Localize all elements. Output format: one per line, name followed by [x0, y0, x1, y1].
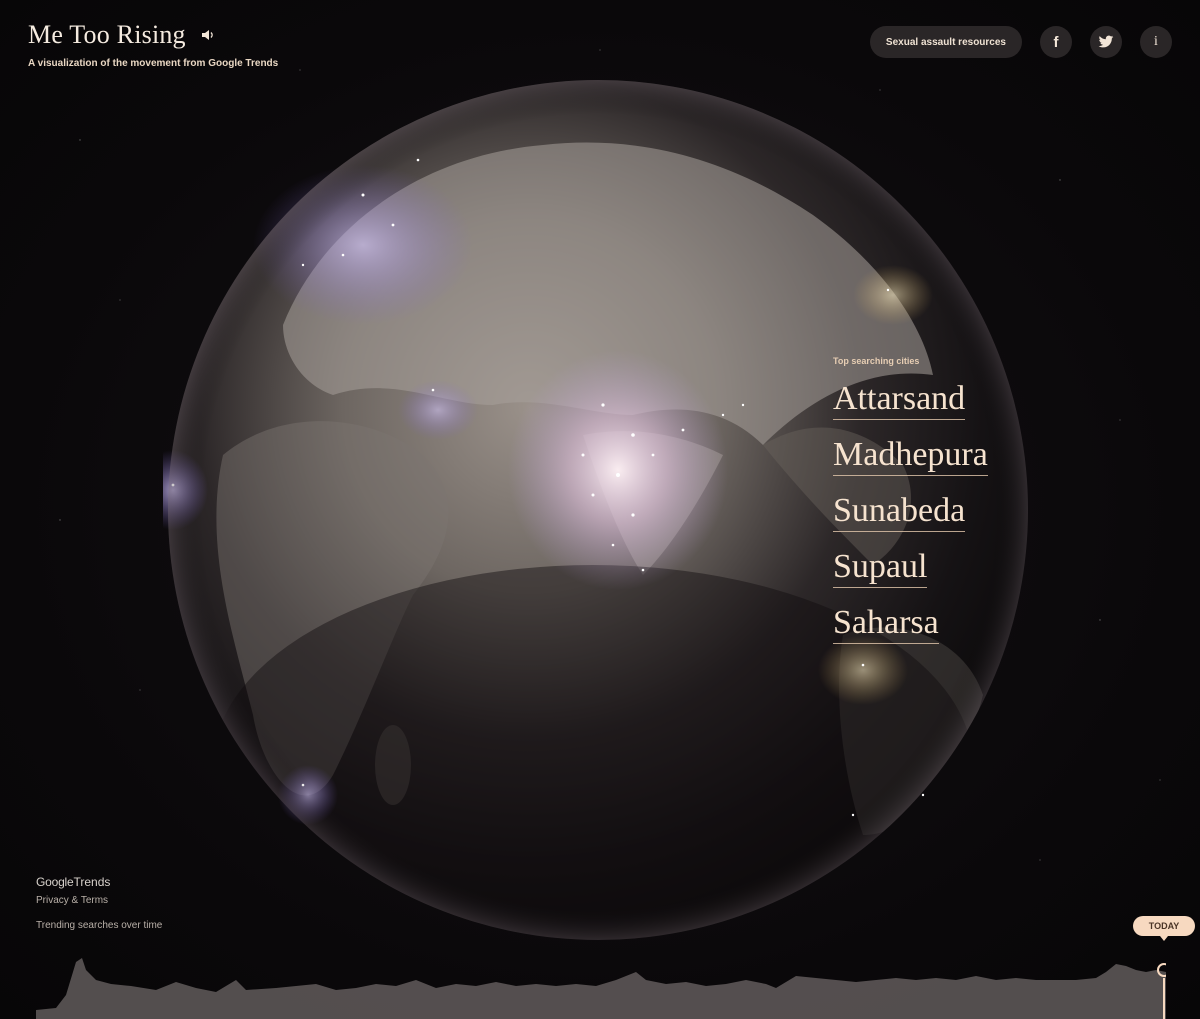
- facebook-icon: f: [1053, 33, 1059, 51]
- top-cities-panel: Top searching cities Attarsand Madhepura…: [833, 356, 988, 660]
- city-link[interactable]: Madhepura: [833, 436, 988, 476]
- city-underline: [833, 419, 966, 420]
- facebook-share-button[interactable]: f: [1040, 26, 1072, 58]
- trending-searches-label: Trending searches over time: [36, 920, 163, 931]
- top-cities-label: Top searching cities: [833, 356, 920, 366]
- city-underline: [833, 587, 928, 588]
- page-subtitle: A visualization of the movement from Goo…: [28, 58, 279, 69]
- brand: Me Too Rising A visualization of the mov…: [28, 20, 278, 69]
- city-link[interactable]: Sunabeda: [833, 492, 966, 532]
- twitter-icon: [1098, 35, 1114, 48]
- google-wordmark: Google: [36, 875, 74, 889]
- trend-timeline[interactable]: [36, 950, 1166, 1019]
- info-button[interactable]: i: [1140, 26, 1172, 58]
- city-underline: [833, 475, 988, 476]
- sexual-assault-resources-button[interactable]: Sexual assault resources: [869, 26, 1022, 58]
- city-link[interactable]: Supaul: [833, 548, 928, 588]
- city-link[interactable]: Saharsa: [833, 604, 939, 644]
- city-link[interactable]: Attarsand: [833, 380, 966, 420]
- speaker-icon[interactable]: [200, 27, 216, 43]
- top-actions: Sexual assault resources f i: [869, 26, 1172, 58]
- info-icon: i: [1154, 34, 1158, 49]
- privacy-terms-link[interactable]: Privacy & Terms: [36, 895, 110, 906]
- city-underline: [833, 643, 939, 644]
- trends-wordmark: Trends: [73, 875, 111, 889]
- today-marker[interactable]: TODAY: [1133, 916, 1195, 941]
- page-title: Me Too Rising: [28, 20, 186, 49]
- google-trends-logo[interactable]: GoogleTrends Privacy & Terms: [36, 875, 110, 906]
- twitter-share-button[interactable]: [1090, 26, 1122, 58]
- page: Me Too Rising A visualization of the mov…: [0, 0, 1200, 1019]
- city-underline: [833, 531, 966, 532]
